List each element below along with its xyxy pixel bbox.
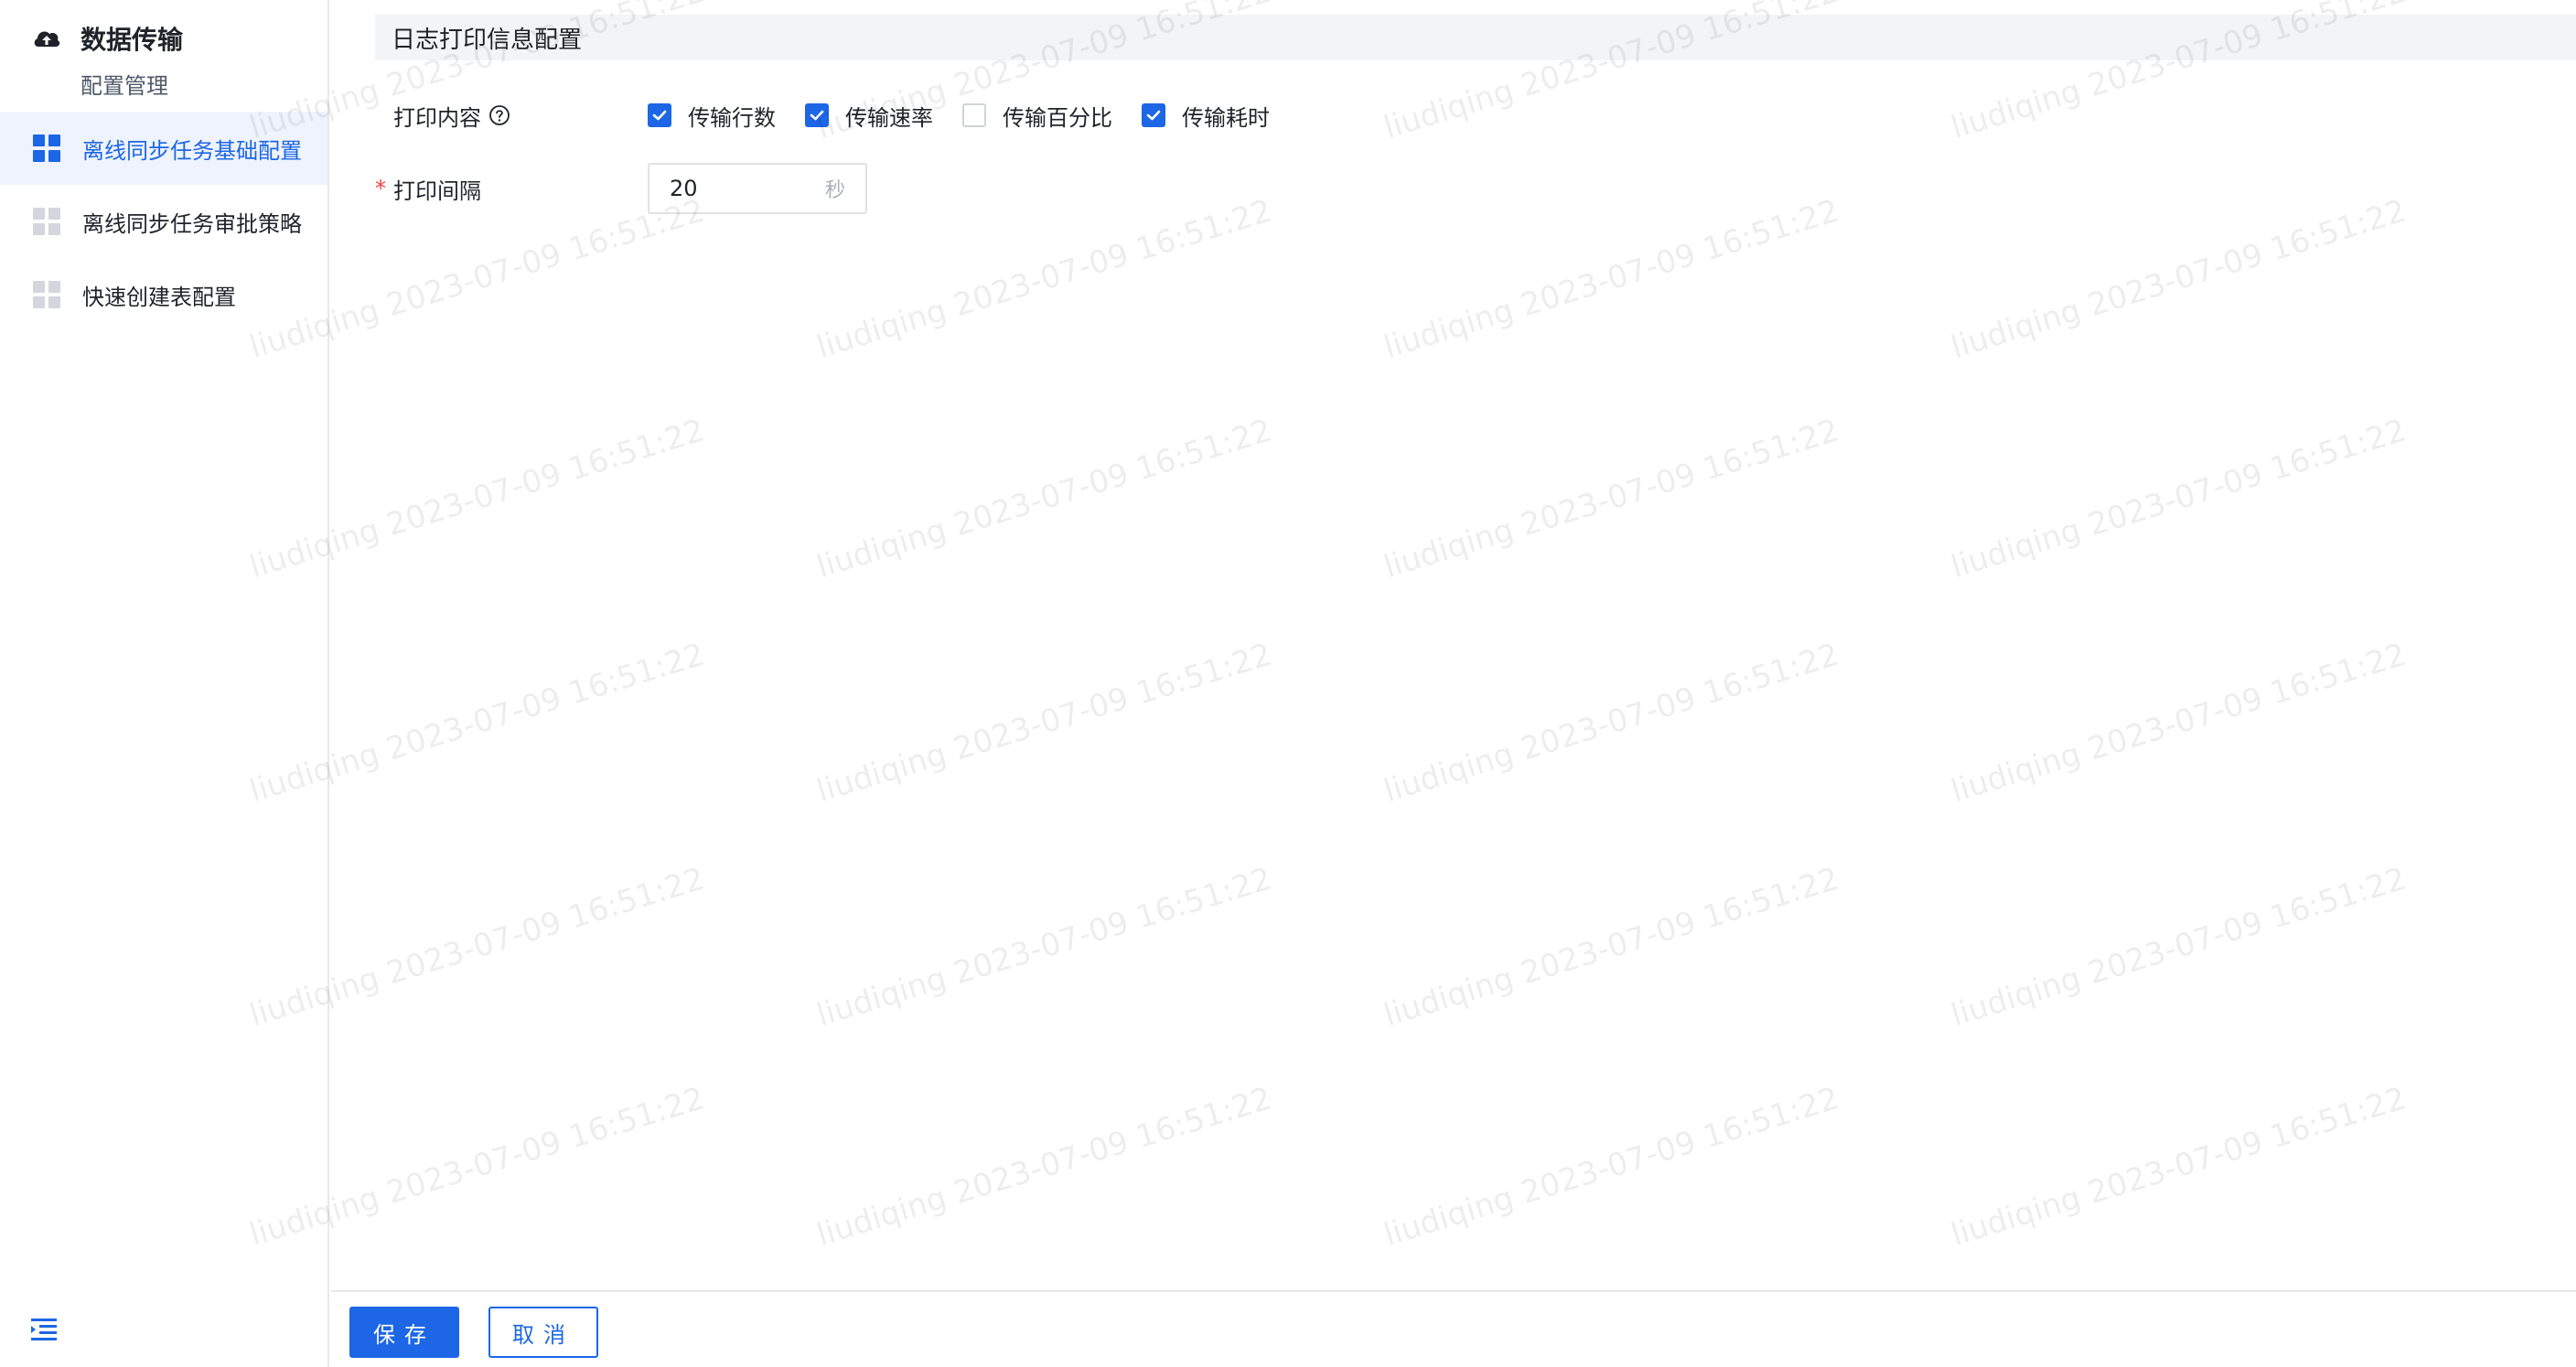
checkbox-checked-icon[interactable]: [648, 103, 671, 127]
app-subtitle: 配置管理: [80, 73, 168, 99]
sidebar-item-quick-create-table-config[interactable]: 快速创建表配置: [0, 258, 327, 331]
checkbox-checked-icon[interactable]: [805, 103, 829, 127]
print-interval-row: * 打印间隔 秒: [375, 163, 867, 214]
checkbox-unchecked-icon[interactable]: [962, 103, 986, 127]
checkbox-duration[interactable]: 传输耗时: [1142, 100, 1270, 132]
print-content-row: 打印内容 传输行数 传输速率 传输百分比 传输耗时: [375, 95, 1299, 135]
sidebar-item-offline-sync-basic-config[interactable]: 离线同步任务基础配置: [0, 112, 327, 185]
checkbox-rate[interactable]: 传输速率: [805, 100, 933, 132]
sidebar: 数据传输 配置管理 离线同步任务基础配置 离线同步任务审批策略 快速创建表配置: [0, 0, 329, 1367]
print-interval-label: * 打印间隔: [375, 176, 481, 204]
sidebar-item-offline-sync-approval-policy[interactable]: 离线同步任务审批策略: [0, 185, 327, 258]
checkbox-percentage[interactable]: 传输百分比: [962, 100, 1112, 132]
sidebar-menu: 离线同步任务基础配置 离线同步任务审批策略 快速创建表配置: [0, 112, 327, 331]
save-button[interactable]: 保存: [349, 1307, 459, 1358]
footer-bar: 保存 取消: [331, 1290, 2576, 1367]
sidebar-item-label: 离线同步任务基础配置: [82, 137, 302, 164]
app-title: 数据传输: [80, 25, 184, 55]
cloud-upload-icon: [34, 31, 60, 47]
dashboard-icon: [33, 208, 60, 235]
cancel-button[interactable]: 取消: [488, 1307, 598, 1358]
section-title: 日志打印信息配置: [375, 15, 2576, 60]
sidebar-item-label: 快速创建表配置: [82, 284, 236, 310]
required-mark: *: [375, 176, 386, 201]
dashboard-icon: [33, 135, 60, 162]
brand: 数据传输: [31, 20, 183, 57]
print-content-label: 打印内容: [375, 100, 648, 132]
dashboard-icon: [33, 281, 60, 308]
sidebar-item-label: 离线同步任务审批策略: [82, 210, 302, 237]
print-interval-input-wrapper[interactable]: 秒: [648, 163, 867, 214]
checkbox-rows[interactable]: 传输行数: [648, 100, 776, 132]
print-content-options: 传输行数 传输速率 传输百分比 传输耗时: [648, 100, 1299, 132]
checkbox-checked-icon[interactable]: [1142, 103, 1165, 127]
main-content: 日志打印信息配置 打印内容 传输行数 传输速率 传输百分比 传输耗时 * 打印间…: [331, 0, 2576, 1290]
help-circle-icon[interactable]: [488, 104, 510, 126]
collapse-menu-icon[interactable]: [29, 1316, 59, 1343]
interval-unit: 秒: [824, 179, 845, 202]
print-interval-input[interactable]: [670, 176, 798, 201]
